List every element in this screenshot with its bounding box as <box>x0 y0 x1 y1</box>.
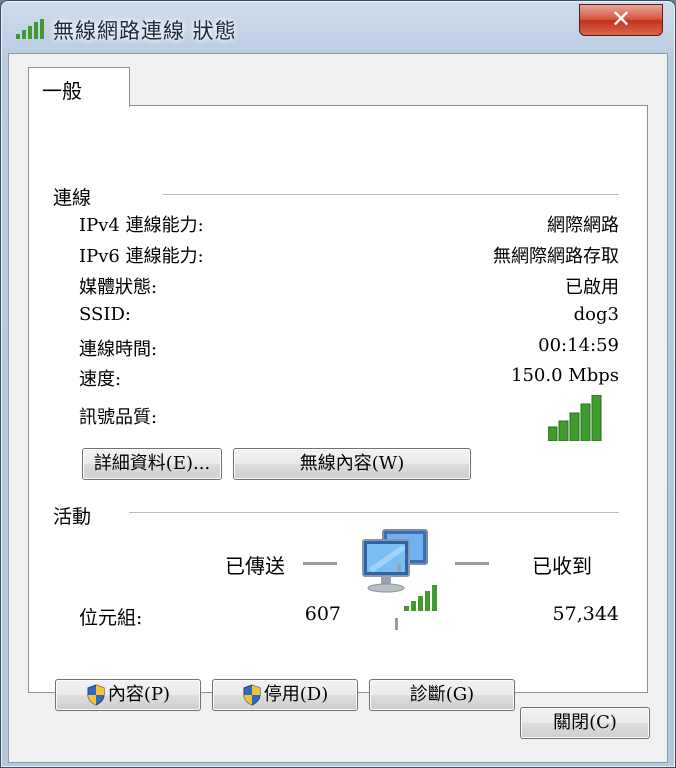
close-icon: ✕ <box>610 5 632 33</box>
title-bar[interactable]: 無線網路連線 狀態 ✕ <box>1 1 675 53</box>
signal-bar-4 <box>580 403 591 441</box>
signal-bar-5 <box>591 395 602 441</box>
ssid-value: dog3 <box>573 304 619 325</box>
received-label: 已收到 <box>532 554 592 578</box>
tab-general[interactable]: 一般 <box>28 67 130 107</box>
signal-bar-3 <box>569 412 580 441</box>
bytes-label: 位元組: <box>79 607 143 629</box>
bytes-received-value: 57,344 <box>552 603 619 625</box>
duration-value: 00:14:59 <box>538 335 619 356</box>
ipv4-value: 網際網路 <box>547 215 619 236</box>
signal-quality-icon <box>548 395 602 441</box>
ipv6-label: IPv6 連線能力: <box>79 246 204 267</box>
shield-icon <box>243 684 261 706</box>
speed-label: 速度: <box>79 369 122 390</box>
ssid-label: SSID: <box>79 304 131 325</box>
dialog-client-area: 一般 連線 IPv4 連線能力: 網際網路 IPv6 連線能力: 無網際網路存取… <box>8 53 668 763</box>
details-button[interactable]: 詳細資料(E)... <box>82 448 222 480</box>
ipv4-label: IPv4 連線能力: <box>79 215 204 236</box>
shield-icon <box>87 684 105 706</box>
properties-button[interactable]: 內容(P) <box>55 679 201 711</box>
ipv6-value: 無網際網路存取 <box>493 246 619 267</box>
diagnose-button[interactable]: 診斷(G) <box>369 679 515 711</box>
connection-group-title: 連線 <box>53 187 92 209</box>
signal-quality-label: 訊號品質: <box>79 407 158 428</box>
wifi-signal-icon <box>16 19 44 39</box>
disable-button[interactable]: 停用(D) <box>212 679 358 711</box>
signal-bar-2 <box>558 420 569 441</box>
window-title: 無線網路連線 狀態 <box>53 19 237 43</box>
duration-label: 連線時間: <box>79 339 158 360</box>
wireless-properties-button[interactable]: 無線內容(W) <box>233 448 471 480</box>
disable-button-label: 停用(D) <box>263 684 329 705</box>
activity-separator <box>395 618 398 630</box>
media-state-label: 媒體狀態: <box>79 277 158 298</box>
properties-button-label: 內容(P) <box>107 684 171 705</box>
tab-general-label: 一般 <box>42 79 82 103</box>
tab-panel-general: 連線 IPv4 連線能力: 網際網路 IPv6 連線能力: 無網際網路存取 媒體… <box>28 105 648 711</box>
received-line <box>455 562 489 565</box>
activity-group-title: 活動 <box>53 506 92 528</box>
activity-group-divider <box>129 512 619 513</box>
media-state-value: 已啟用 <box>565 277 619 298</box>
close-button[interactable]: 關閉(C) <box>520 707 650 739</box>
dialog-window: 無線網路連線 狀態 ✕ 一般 連線 IPv4 連線能力: 網際網路 IPv6 連… <box>0 0 676 768</box>
window-close-button[interactable]: ✕ <box>579 4 663 36</box>
speed-value: 150.0 Mbps <box>511 365 619 386</box>
sent-label: 已傳送 <box>225 554 285 578</box>
signal-bar-1 <box>548 426 558 441</box>
connection-group-divider <box>163 194 619 195</box>
sent-line <box>303 562 337 565</box>
bytes-sent-value: 607 <box>304 603 341 625</box>
network-computers-icon <box>362 529 437 611</box>
